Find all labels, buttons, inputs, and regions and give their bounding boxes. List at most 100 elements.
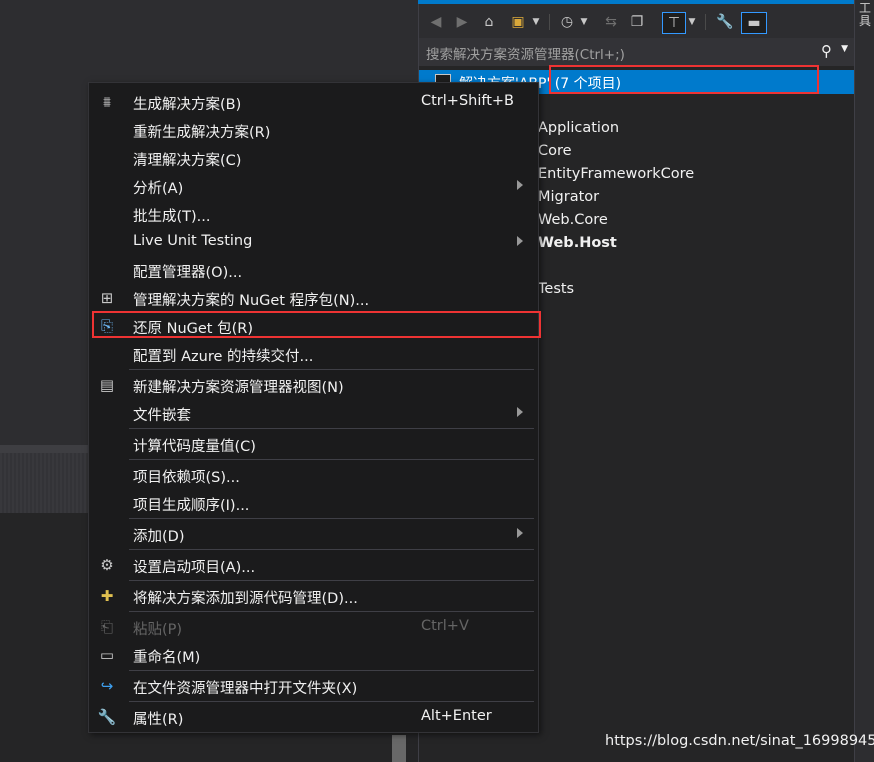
- menu-item-file-nesting[interactable]: 文件嵌套: [89, 399, 538, 427]
- menu-item-live-unit-testing[interactable]: Live Unit Testing: [89, 228, 538, 256]
- menu-separator: [129, 580, 534, 581]
- menu-separator: [129, 549, 534, 550]
- menu-item-label: 新建解决方案资源管理器视图(N): [133, 380, 344, 396]
- menu-item-label: 清理解决方案(C): [133, 153, 242, 169]
- menu-item-label: 将解决方案添加到源代码管理(D)...: [133, 591, 358, 607]
- gear-icon: ⚙: [100, 556, 114, 574]
- menu-item-clean-solution[interactable]: 清理解决方案(C): [89, 144, 538, 172]
- chevron-down-icon[interactable]: ▼: [531, 12, 541, 32]
- home-icon[interactable]: ⌂: [479, 12, 499, 32]
- menu-item-label: 属性(R): [133, 712, 184, 728]
- menu-item-label: 配置管理器(O)...: [133, 265, 243, 281]
- pending-changes-icon[interactable]: ◷: [557, 12, 577, 32]
- menu-item-label: 配置到 Azure 的持续交付...: [133, 349, 314, 365]
- source-control-icon: ✚: [100, 587, 114, 605]
- menu-item-label: 分析(A): [133, 181, 184, 197]
- menu-item-label: 设置启动项目(A)...: [133, 560, 256, 576]
- menu-item-manage-nuget[interactable]: ⊞ 管理解决方案的 NuGet 程序包(N)...: [89, 284, 538, 312]
- toolbox-side-tab[interactable]: 工具: [854, 0, 874, 762]
- properties-wrench-icon[interactable]: 🔧: [715, 12, 735, 32]
- menu-item-rename[interactable]: ▭ 重命名(M): [89, 641, 538, 669]
- tree-item-startup[interactable]: Web.Host: [538, 235, 617, 251]
- tree-item[interactable]: Application: [538, 120, 619, 136]
- open-folder-icon: ↪: [100, 677, 114, 695]
- menu-separator: [129, 459, 534, 460]
- solution-explorer-search[interactable]: 搜索解决方案资源管理器(Ctrl+;) ⚲ ▼: [419, 38, 854, 66]
- menu-item-code-metrics[interactable]: 计算代码度量值(C): [89, 430, 538, 458]
- build-icon: ⩩: [102, 93, 111, 111]
- preview-icon[interactable]: ▬: [741, 12, 767, 34]
- menu-item-build-solution[interactable]: ⩩ 生成解决方案(B) Ctrl+Shift+B: [89, 88, 538, 116]
- menu-item-label: 重命名(M): [133, 650, 201, 666]
- search-icon[interactable]: ⚲: [821, 42, 832, 60]
- collapse-all-icon[interactable]: ❐: [627, 12, 647, 32]
- show-all-files-icon[interactable]: ⊤: [662, 12, 686, 34]
- menu-separator: [129, 701, 534, 702]
- highlight-box: [549, 65, 819, 94]
- menu-item-shortcut: Ctrl+Shift+B: [421, 93, 515, 109]
- submenu-arrow-icon: [517, 180, 523, 190]
- menu-separator: [129, 428, 534, 429]
- scrollbar-thumb[interactable]: [392, 735, 406, 762]
- paste-icon: ⎗: [100, 618, 113, 636]
- menu-item-rebuild-solution[interactable]: 重新生成解决方案(R): [89, 116, 538, 144]
- tree-item[interactable]: Tests: [538, 281, 574, 297]
- chevron-down-icon[interactable]: ▼: [579, 12, 589, 32]
- back-icon[interactable]: ◀: [427, 12, 445, 32]
- tree-item[interactable]: EntityFrameworkCore: [538, 166, 694, 182]
- new-view-icon: ▤: [99, 376, 115, 394]
- sync-icon[interactable]: ⇆: [601, 12, 621, 32]
- menu-item-shortcut: Alt+Enter: [421, 708, 492, 724]
- submenu-arrow-icon: [517, 407, 523, 417]
- menu-item-configuration-manager[interactable]: 配置管理器(O)...: [89, 256, 538, 284]
- menu-item-set-startup[interactable]: ⚙ 设置启动项目(A)...: [89, 551, 538, 579]
- menu-item-label: 粘贴(P): [133, 622, 183, 638]
- chevron-down-icon[interactable]: ▼: [687, 12, 697, 32]
- menu-item-azure-delivery[interactable]: 配置到 Azure 的持续交付...: [89, 340, 538, 368]
- wrench-icon: 🔧: [97, 708, 117, 726]
- nuget-package-icon: ⊞: [100, 289, 114, 307]
- menu-item-project-dependencies[interactable]: 项目依赖项(S)...: [89, 461, 538, 489]
- side-tab-label: 工具: [859, 1, 872, 28]
- menu-item-label: 生成解决方案(B): [133, 97, 242, 113]
- rename-icon: ▭: [99, 646, 115, 664]
- menu-item-label: 在文件资源管理器中打开文件夹(X): [133, 681, 358, 697]
- tree-item[interactable]: Core: [538, 143, 572, 159]
- menu-separator: [129, 670, 534, 671]
- menu-item-label: 重新生成解决方案(R): [133, 125, 271, 141]
- chevron-down-icon[interactable]: ▼: [841, 44, 848, 54]
- menu-separator: [129, 518, 534, 519]
- menu-item-label: 文件嵌套: [133, 408, 191, 424]
- submenu-arrow-icon: [517, 528, 523, 538]
- menu-item-shortcut: Ctrl+V: [421, 618, 469, 634]
- switch-views-icon[interactable]: ▣: [507, 12, 529, 32]
- menu-item-analyze[interactable]: 分析(A): [89, 172, 538, 200]
- menu-separator: [129, 611, 534, 612]
- menu-item-batch-build[interactable]: 批生成(T)...: [89, 200, 538, 228]
- watermark: https://blog.csdn.net/sinat_16998945: [605, 733, 874, 749]
- tree-item[interactable]: Web.Core: [538, 212, 608, 228]
- menu-item-label: 管理解决方案的 NuGet 程序包(N)...: [133, 293, 370, 309]
- menu-item-add[interactable]: 添加(D): [89, 520, 538, 548]
- menu-item-label: 批生成(T)...: [133, 209, 211, 225]
- menu-item-paste: ⎗ 粘贴(P) Ctrl+V: [89, 613, 538, 641]
- context-menu: ⩩ 生成解决方案(B) Ctrl+Shift+B 重新生成解决方案(R) 清理解…: [88, 82, 539, 733]
- search-input[interactable]: 搜索解决方案资源管理器(Ctrl+;): [426, 43, 625, 63]
- menu-item-label: 计算代码度量值(C): [133, 439, 256, 455]
- toolbar-divider: [705, 14, 706, 30]
- solution-explorer-toolbar: ◀ ▶ ⌂ ▣ ▼ ◷ ▼ ⇆ ❐ ⊤ ▼ 🔧 ▬: [419, 4, 854, 38]
- forward-icon[interactable]: ▶: [453, 12, 471, 32]
- menu-item-new-se-view[interactable]: ▤ 新建解决方案资源管理器视图(N): [89, 371, 538, 399]
- menu-separator: [129, 369, 534, 370]
- submenu-arrow-icon: [517, 236, 523, 246]
- menu-item-label: 项目生成顺序(I)...: [133, 498, 250, 514]
- menu-item-open-in-explorer[interactable]: ↪ 在文件资源管理器中打开文件夹(X): [89, 672, 538, 700]
- menu-item-label: 项目依赖项(S)...: [133, 470, 240, 486]
- menu-item-add-source-control[interactable]: ✚ 将解决方案添加到源代码管理(D)...: [89, 582, 538, 610]
- menu-item-properties[interactable]: 🔧 属性(R) Alt+Enter: [89, 703, 538, 731]
- menu-item-build-order[interactable]: 项目生成顺序(I)...: [89, 489, 538, 517]
- highlight-box: [92, 311, 541, 338]
- tree-item[interactable]: Migrator: [538, 189, 599, 205]
- menu-item-label: Live Unit Testing: [133, 233, 253, 249]
- toolbar-divider: [549, 14, 550, 30]
